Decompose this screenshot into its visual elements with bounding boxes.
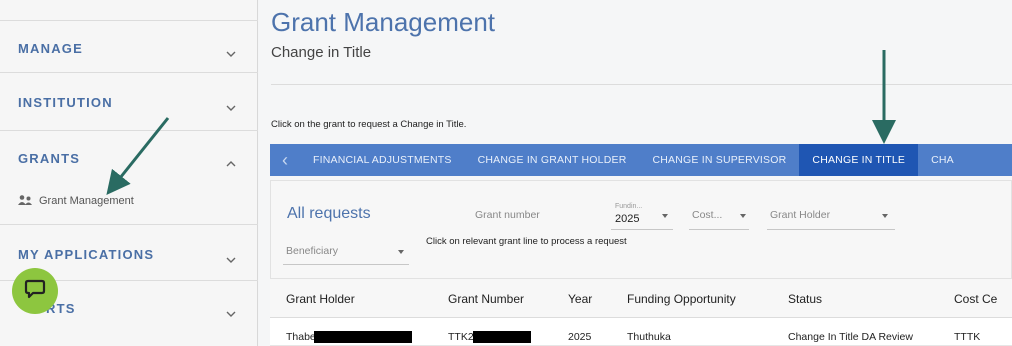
sidebar-item-grant-management[interactable]: Grant Management	[18, 193, 134, 209]
chat-button[interactable]	[12, 268, 58, 314]
cost-filter[interactable]: Cost...	[692, 209, 722, 221]
sidebar-section-manage[interactable]: MANAGE	[0, 20, 258, 72]
dropdown-arrow-icon[interactable]	[882, 214, 888, 218]
cell-grant-holder: Thabe	[286, 331, 316, 343]
sidebar-section-institution[interactable]: INSTITUTION	[0, 72, 258, 130]
column-header[interactable]: Cost Ce	[954, 292, 997, 306]
tab-financial-adjustments[interactable]: FINANCIAL ADJUSTMENTS	[300, 144, 465, 176]
process-instruction: Click on relevant grant line to process …	[426, 236, 627, 247]
app-root: MANAGE INSTITUTION GRANTS Grant Manageme…	[0, 0, 1012, 346]
sidebar: MANAGE INSTITUTION GRANTS Grant Manageme…	[0, 0, 258, 346]
redaction-bar	[314, 331, 412, 343]
column-header[interactable]: Status	[788, 292, 822, 306]
sidebar-section-label: MY APPLICATIONS	[18, 247, 155, 262]
tab-change-in-grant-holder[interactable]: CHANGE IN GRANT HOLDER	[465, 144, 640, 176]
beneficiary-underline	[283, 264, 409, 265]
sidebar-section-label: MANAGE	[18, 41, 83, 56]
users-icon	[18, 194, 33, 209]
tab-cha[interactable]: CHA	[918, 144, 967, 176]
header-divider	[271, 84, 1012, 85]
funding-underline	[611, 229, 673, 230]
cell-year: 2025	[568, 331, 592, 343]
requests-title: All requests	[287, 205, 371, 222]
funding-filter-value[interactable]: 2025	[615, 213, 639, 225]
instruction-text: Click on the grant to request a Change i…	[271, 119, 467, 130]
column-header[interactable]: Grant Holder	[286, 292, 355, 306]
chat-icon	[24, 278, 46, 305]
chevron-down-icon	[226, 45, 236, 57]
redaction-bar	[473, 331, 531, 343]
beneficiary-filter[interactable]: Beneficiary	[286, 245, 338, 257]
grant-holder-filter[interactable]: Grant Holder	[770, 209, 830, 221]
tab-bar: ‹ FINANCIAL ADJUSTMENTS CHANGE IN GRANT …	[270, 144, 1012, 176]
tab-change-in-title[interactable]: CHANGE IN TITLE	[799, 144, 919, 176]
sidebar-item-label: Grant Management	[39, 195, 134, 207]
sidebar-section-label: GRANTS	[18, 151, 81, 166]
grant-number-filter[interactable]: Grant number	[475, 209, 540, 221]
column-header[interactable]: Funding Opportunity	[627, 292, 736, 306]
cell-grant-number: TTK2	[448, 331, 474, 343]
page-subtitle: Change in Title	[271, 44, 372, 61]
sidebar-section-grants[interactable]: GRANTS	[0, 130, 258, 224]
chevron-left-icon[interactable]: ‹	[270, 144, 300, 176]
column-header[interactable]: Year	[568, 292, 592, 306]
tab-change-in-supervisor[interactable]: CHANGE IN SUPERVISOR	[639, 144, 799, 176]
chevron-up-icon	[226, 155, 236, 167]
column-header[interactable]: Grant Number	[448, 292, 524, 306]
dropdown-arrow-icon[interactable]	[398, 250, 404, 254]
cell-funding-opportunity: Thuthuka	[627, 331, 671, 343]
table-row[interactable]: Thabe TTK2 2025 Thuthuka Change In Title…	[270, 318, 1012, 346]
dropdown-arrow-icon[interactable]	[740, 214, 746, 218]
grant-holder-underline	[767, 229, 895, 230]
cell-cost-centre: TTTK	[954, 331, 981, 343]
funding-filter-label: Fundin...	[615, 203, 643, 210]
chevron-down-icon	[226, 251, 236, 263]
sidebar-section-label: INSTITUTION	[18, 95, 113, 110]
dropdown-arrow-icon[interactable]	[662, 214, 668, 218]
chevron-down-icon	[226, 305, 236, 317]
main-content: Grant Management Change in Title Click o…	[259, 0, 1012, 346]
table-header: Grant Holder Grant Number Year Funding O…	[270, 278, 1012, 318]
page-title: Grant Management	[271, 7, 496, 37]
chevron-down-icon	[226, 99, 236, 111]
cell-status: Change In Title DA Review	[788, 331, 913, 343]
cost-underline	[689, 229, 749, 230]
